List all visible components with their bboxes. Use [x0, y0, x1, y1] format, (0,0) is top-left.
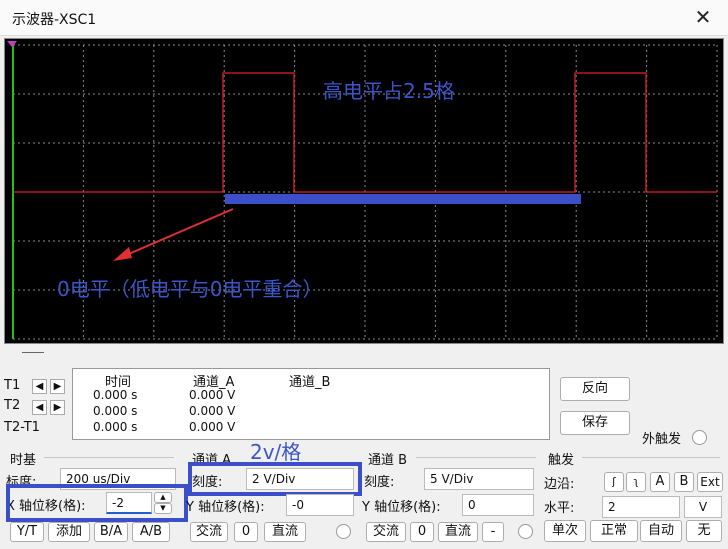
header-channel-b: 通道_B: [289, 375, 331, 390]
zero-level-annotation: 0电平（低电平与0电平重合）: [57, 277, 323, 301]
trigger-edge-label: 边沿:: [544, 477, 575, 492]
x-position-highlight: [6, 484, 188, 522]
measurement-readout: 时间 通道_A 通道_B 0.000 s 0.000 V 0.000 s 0.0…: [72, 368, 550, 440]
rising-edge-icon[interactable]: ʃ: [604, 472, 624, 492]
row2-time: 0.000 s: [93, 404, 138, 418]
row1-time: 0.000 s: [93, 388, 138, 402]
cursor-t1-label: T1: [4, 378, 21, 393]
t1-left-arrow-icon[interactable]: ◀: [32, 379, 47, 394]
channel-a-dc-button[interactable]: 直流: [264, 522, 306, 542]
t2-right-arrow-icon[interactable]: ▶: [50, 400, 65, 415]
mode-yt-button[interactable]: Y/T: [10, 522, 44, 542]
channel-a-scale-highlight: [188, 462, 362, 496]
channel-b-zero-button[interactable]: 0: [410, 522, 434, 542]
channel-a-ypos-field[interactable]: -0: [286, 494, 354, 516]
channel-a-ac-button[interactable]: 交流: [190, 522, 228, 542]
panel-grip[interactable]: [22, 352, 44, 353]
trigger-level-label: 水平:: [544, 501, 575, 516]
channel-b-ypos-label: Y 轴位移(格):: [362, 500, 441, 515]
cursor-t2-label: T2: [4, 398, 21, 413]
save-button[interactable]: 保存: [560, 411, 630, 435]
close-icon[interactable]: ✕: [690, 4, 716, 30]
low-level-highlight-bar: [225, 194, 581, 204]
trigger-single-button[interactable]: 单次: [544, 520, 586, 542]
trigger-none-button[interactable]: 无: [686, 520, 722, 542]
row1-cha: 0.000 V: [189, 388, 236, 402]
channel-b-ypos-field[interactable]: 0: [462, 494, 534, 516]
falling-edge-icon[interactable]: ʅ: [626, 472, 646, 492]
channel-b-title: 通道 B: [368, 453, 408, 468]
row3-time: 0.000 s: [93, 420, 138, 434]
mode-ab-button[interactable]: A/B: [132, 522, 170, 542]
t2-left-arrow-icon[interactable]: ◀: [32, 400, 47, 415]
channel-a-ypos-label: Y 轴位移(格):: [186, 500, 265, 515]
row2-cha: 0.000 V: [189, 404, 236, 418]
timebase-divider: [44, 457, 174, 458]
trigger-level-unit[interactable]: V: [684, 496, 722, 518]
scale-annotation: 2v/格: [250, 440, 302, 464]
channel-b-radio[interactable]: [518, 524, 533, 539]
channel-a-zero-button[interactable]: 0: [234, 522, 258, 542]
ext-trigger-label: 外触发: [642, 432, 682, 447]
trigger-divider: [582, 457, 720, 458]
channel-a-radio[interactable]: [336, 524, 351, 539]
channel-b-scale-field[interactable]: 5 V/Div: [424, 468, 534, 490]
scope-screen: 高电平占2.5格 0电平（低电平与0电平重合）: [4, 38, 724, 344]
mode-ba-button[interactable]: B/A: [94, 522, 128, 542]
window-title: 示波器-XSC1: [12, 12, 97, 28]
annotation-arrow: [116, 208, 234, 260]
mode-add-button[interactable]: 添加: [48, 522, 90, 542]
channel-b-scale-label: 刻度:: [364, 475, 395, 490]
trigger-source-b-button[interactable]: B: [674, 472, 694, 492]
trigger-auto-button[interactable]: 自动: [640, 520, 682, 542]
channel-b-ac-button[interactable]: 交流: [366, 522, 406, 542]
reverse-button[interactable]: 反向: [560, 377, 630, 401]
high-level-annotation: 高电平占2.5格: [323, 79, 455, 103]
trigger-marker-icon: [7, 41, 17, 47]
trigger-source-ext-button[interactable]: Ext: [697, 472, 723, 492]
row3-cha: 0.000 V: [189, 420, 236, 434]
channel-b-dc-button[interactable]: 直流: [438, 522, 478, 542]
trigger-normal-button[interactable]: 正常: [590, 520, 638, 542]
title-bar: 示波器-XSC1 ✕: [0, 0, 728, 36]
trigger-level-field[interactable]: 2: [602, 496, 680, 518]
channel-b-minus-button[interactable]: -: [482, 522, 504, 542]
trigger-source-a-button[interactable]: A: [650, 472, 670, 492]
t1-right-arrow-icon[interactable]: ▶: [50, 379, 65, 394]
channel-b-divider: [416, 457, 536, 458]
trigger-title: 触发: [548, 453, 575, 468]
timebase-title: 时基: [10, 453, 37, 468]
cursor-t2t1-label: T2-T1: [4, 420, 40, 435]
arrow-head-icon: [113, 247, 132, 261]
ext-trigger-radio[interactable]: [692, 430, 707, 445]
